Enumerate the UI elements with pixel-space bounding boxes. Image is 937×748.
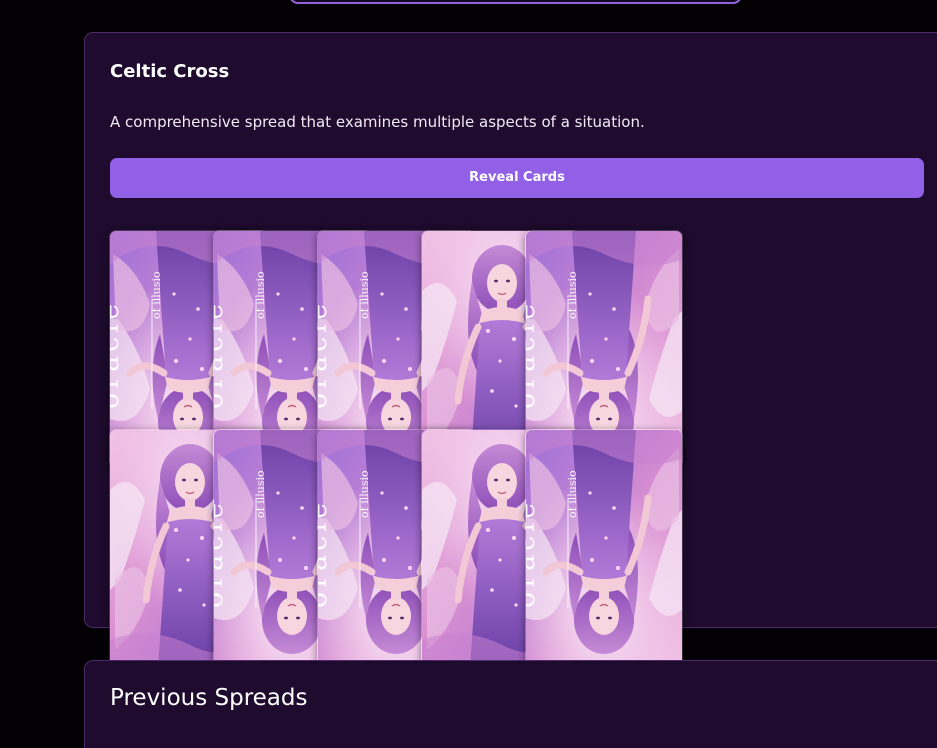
spread-title: Celtic Cross bbox=[110, 61, 230, 82]
reveal-cards-button[interactable]: Reveal Cards bbox=[110, 158, 924, 198]
card-deck-word: oracle bbox=[318, 499, 333, 608]
spread-description: A comprehensive spread that examines mul… bbox=[110, 113, 645, 131]
card-deck-subtitle: of illusio bbox=[254, 271, 267, 319]
tarot-card[interactable]: oracle of illusio bbox=[525, 429, 683, 667]
card-deck-word: oracle bbox=[526, 499, 541, 608]
card-deck-word: oracle bbox=[318, 300, 333, 409]
page: Celtic Cross A comprehensive spread that… bbox=[0, 0, 937, 748]
card-deck-word: oracle bbox=[214, 300, 229, 409]
card-deck-subtitle: of illusio bbox=[566, 271, 579, 319]
card-deck-subtitle: of illusio bbox=[150, 271, 163, 319]
card-deck-subtitle: of illusio bbox=[254, 470, 267, 518]
top-input-field[interactable] bbox=[289, 0, 742, 4]
card-deck-subtitle: of illusio bbox=[566, 470, 579, 518]
card-deck-word: oracle bbox=[110, 300, 125, 409]
previous-spreads-panel: Previous Spreads bbox=[84, 660, 937, 748]
card-deck-subtitle: of illusio bbox=[358, 470, 371, 518]
card-deck-word: oracle bbox=[214, 499, 229, 608]
card-illustration: oracle of illusio bbox=[526, 430, 683, 667]
card-deck-word: oracle bbox=[526, 300, 541, 409]
previous-spreads-title: Previous Spreads bbox=[110, 685, 308, 711]
card-deck-subtitle: of illusio bbox=[358, 271, 371, 319]
